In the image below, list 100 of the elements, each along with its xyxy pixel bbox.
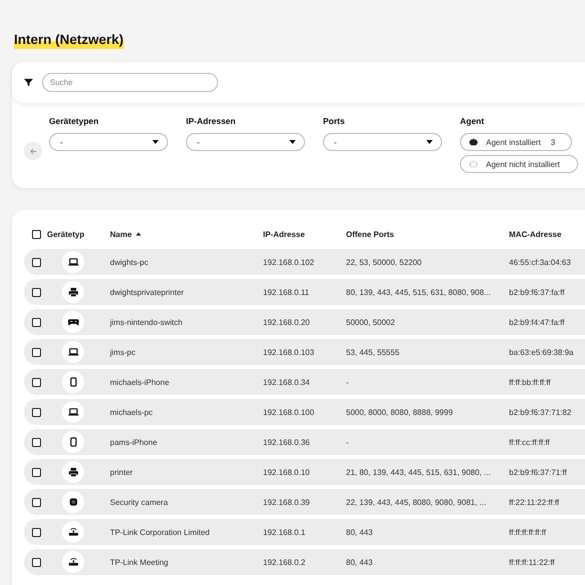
caret-icon xyxy=(289,140,296,144)
checkbox[interactable] xyxy=(32,408,41,416)
table-cell-text: 192.168.0.34 xyxy=(263,378,311,386)
checkbox[interactable] xyxy=(32,230,41,238)
table-row[interactable]: Security camera 192.168.0.39 22, 139, 443, 445, 8080, 9080, 9081, ... ff:22:11:22:ff:ff xyxy=(24,489,585,515)
table-cell-text: TP-Link Meeting xyxy=(110,558,170,566)
filter-label: Agent xyxy=(460,116,486,128)
table-row[interactable]: michaels-iPhone 192.168.0.34 - ff:ff:bb:ff:ff:ff xyxy=(24,369,585,395)
table-row[interactable]: michaels-pc 192.168.0.100 5000, 8000, 8080, 8888, 9999 b2:b9:f6:37:71:82 xyxy=(24,399,585,425)
checkbox[interactable] xyxy=(32,498,41,506)
table-row[interactable]: printer 192.168.0.10 21, 80, 139, 443, 445, 515, 631, 9080, ... b2:b9:f6:37:71:ff xyxy=(24,459,585,485)
table-cell-text: 192.168.0.20 xyxy=(263,318,311,326)
laptop-icon xyxy=(68,347,78,357)
table-cell-text: - xyxy=(346,378,350,386)
table-row[interactable]: dwights-pc 192.168.0.102 22, 53, 50000, 52200 46:55:cf:3a:04:63 xyxy=(24,249,585,275)
filter-icon xyxy=(24,78,33,87)
gamepad-icon xyxy=(68,317,78,327)
table-cell-text: michaels-iPhone xyxy=(110,378,170,386)
checkbox[interactable] xyxy=(32,558,41,566)
dropdown-field[interactable]: - xyxy=(49,133,168,151)
router-icon xyxy=(68,557,78,567)
table-cell-text: 53, 445, 55555 xyxy=(346,348,400,356)
column-header: MAC-Adresse xyxy=(509,230,562,238)
table-row[interactable]: TP-Link Meeting 192.168.0.2 80, 443 ff:ff:ff:11:22:ff xyxy=(24,549,585,575)
robot-icon xyxy=(469,160,478,168)
printer-icon xyxy=(68,467,78,477)
column-header: Offene Ports xyxy=(346,230,394,238)
table-cell-text: 46:55:cf:3a:04:63 xyxy=(509,258,572,266)
table-cell-text: b2:b9:f6:37:fa:ff xyxy=(509,288,566,296)
back-button[interactable] xyxy=(24,142,42,160)
laptop-icon xyxy=(68,407,78,417)
filter-label: IP-Adressen xyxy=(186,116,237,128)
search-field[interactable]: Suche xyxy=(42,73,218,92)
table-cell-text: TP-Link Corporation Limited xyxy=(110,528,211,536)
table-row[interactable]: TP-Link Corporation Limited 192.168.0.1 80, 443 ff:ff:ff:ff:ff:ff xyxy=(24,519,585,545)
column-header[interactable]: Name xyxy=(110,230,132,238)
table-cell-text: 50000, 50002 xyxy=(346,318,396,326)
laptop-icon xyxy=(68,257,78,267)
checkbox[interactable] xyxy=(32,258,41,266)
table-cell-text: printer xyxy=(110,468,134,476)
table-cell-text: dwights-pc xyxy=(110,258,150,266)
table-cell-text: 80, 139, 443, 445, 515, 631, 8080, 908... xyxy=(346,288,492,296)
table-cell-text: 192.168.0.10 xyxy=(263,468,311,476)
table-cell-text: ff:ff:ff:ff:ff:ff xyxy=(509,528,547,536)
printer-icon xyxy=(68,287,78,297)
dropdown-field[interactable]: - xyxy=(186,133,305,151)
agent-filter-chip[interactable]: Agent installiert 3 xyxy=(460,133,572,151)
table-cell-text: b2:b9:f6:37:71:82 xyxy=(509,408,572,416)
table-row[interactable]: pams-iPhone 192.168.0.36 - ff:ff:cc:ff:ff:ff xyxy=(24,429,585,455)
table-cell-text: 5000, 8000, 8080, 8888, 9999 xyxy=(346,408,454,416)
checkbox[interactable] xyxy=(32,528,41,536)
table-cell-text: b2:b9:f6:37:71:ff xyxy=(509,468,568,476)
table-cell-text: b2:b9:f4:47:fa:ff xyxy=(509,318,566,326)
table-cell-text: ff:ff:bb:ff:ff:ff xyxy=(509,378,552,386)
table-cell-text: 192.168.0.11 xyxy=(263,288,310,296)
table-cell-text: dwightsprivateprinter xyxy=(110,288,185,296)
table-cell-text: pams-iPhone xyxy=(110,438,158,446)
table-cell-text: 192.168.0.100 xyxy=(263,408,316,416)
table-cell-text: jims-pc xyxy=(110,348,136,356)
router-icon xyxy=(68,527,78,537)
checkbox[interactable] xyxy=(32,348,41,356)
table-cell-text: ff:22:11:22:ff:ff xyxy=(509,498,560,506)
table-cell-text: - xyxy=(346,438,350,446)
checkbox[interactable] xyxy=(32,468,41,476)
back-arrow-icon xyxy=(28,146,38,156)
camera-icon xyxy=(68,497,78,507)
table-cell-text: 192.168.0.1 xyxy=(263,528,306,536)
column-header: Gerätetyp xyxy=(47,230,84,238)
table-cell-text: 21, 80, 139, 443, 445, 515, 631, 9080, ... xyxy=(346,468,492,476)
table-cell-text: Security camera xyxy=(110,498,169,506)
table-cell-text: jims-nintendo-switch xyxy=(110,318,184,326)
table-cell-text: 80, 443 xyxy=(346,528,374,536)
caret-icon xyxy=(426,140,433,144)
table-row[interactable]: jims-nintendo-switch 192.168.0.20 50000, 50002 b2:b9:f4:47:fa:ff xyxy=(24,309,585,335)
filter-label: Ports xyxy=(323,116,346,128)
filter-label: Gerätetypen xyxy=(49,116,100,128)
column-header: IP-Adresse xyxy=(263,230,305,238)
robot-icon xyxy=(469,138,478,146)
table-row[interactable]: jims-pc 192.168.0.103 53, 445, 55555 ba:63:e5:69:38:9a xyxy=(24,339,585,365)
checkbox[interactable] xyxy=(32,378,41,386)
table-cell-text: 192.168.0.36 xyxy=(263,438,311,446)
smartphone-icon xyxy=(68,377,78,387)
agent-filter-chip[interactable]: Agent nicht installiert xyxy=(460,155,578,173)
checkbox[interactable] xyxy=(32,288,41,296)
table-cell-text: 192.168.0.2 xyxy=(263,558,306,566)
table-cell-text: 192.168.0.103 xyxy=(263,348,316,356)
table-cell-text: ff:ff:ff:11:22:ff xyxy=(509,558,556,566)
table-cell-text: ff:ff:cc:ff:ff:ff xyxy=(509,438,551,446)
dropdown-field[interactable]: - xyxy=(323,133,442,151)
table-cell-text: 192.168.0.102 xyxy=(263,258,316,266)
table-cell-text: 22, 53, 50000, 52200 xyxy=(346,258,423,266)
caret-icon xyxy=(152,140,159,144)
table-cell-text: ba:63:e5:69:38:9a xyxy=(509,348,575,356)
checkbox[interactable] xyxy=(32,318,41,326)
smartphone-icon xyxy=(68,437,78,447)
table-cell-text: 192.168.0.39 xyxy=(263,498,311,506)
table-row[interactable]: dwightsprivateprinter 192.168.0.11 80, 139, 443, 445, 515, 631, 8080, 908... b2:b9:f6:37:fa:ff xyxy=(24,279,585,305)
checkbox[interactable] xyxy=(32,438,41,446)
table-cell-text: michaels-pc xyxy=(110,408,154,416)
table-cell-text: 22, 139, 443, 445, 8080, 9080, 9081, ... xyxy=(346,498,488,506)
